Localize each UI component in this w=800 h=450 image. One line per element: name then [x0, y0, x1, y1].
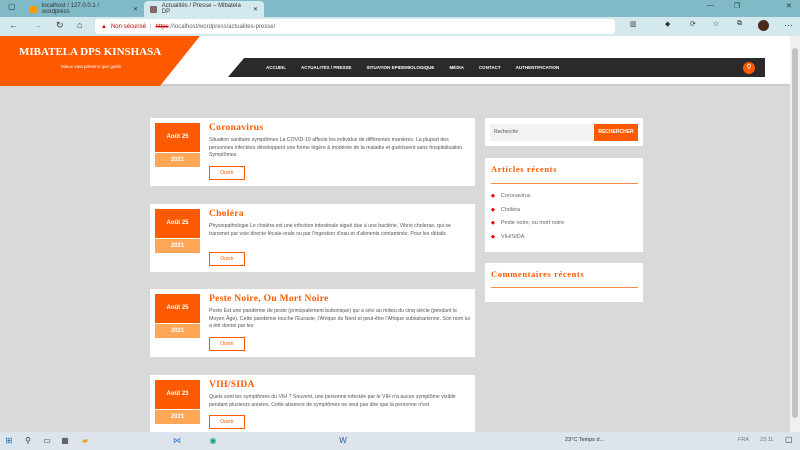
browser-tab-actualites[interactable]: Actualités / Presse – Mibatela DP ✕ [144, 1, 264, 17]
main-menu: ACCUEIL ACTUALITÉS / PRESSE SITUATION EP… [228, 58, 765, 77]
menu-item-situation[interactable]: SITUATION EPIDEMIOLOGIQUE [367, 65, 435, 70]
post-title[interactable]: Choléra [209, 209, 244, 219]
recent-article-link[interactable]: ◆ Choléra [491, 207, 564, 221]
recent-article-link[interactable]: ◆ Coronavirus [491, 193, 564, 207]
menu-item-accueil[interactable]: ACCUEIL [266, 65, 286, 70]
search-button[interactable]: RECHERCHER [594, 124, 638, 141]
word-icon[interactable]: W [338, 436, 348, 446]
close-tab-icon[interactable]: ✕ [253, 6, 258, 13]
weather-widget[interactable]: 23°C Temps d... [565, 437, 604, 443]
reader-view-icon[interactable]: ▥ [630, 20, 637, 28]
open-button[interactable]: Ouvrir [209, 166, 245, 180]
recent-article-link[interactable]: ◆ VIH/SIDA [491, 234, 564, 248]
notifications-icon[interactable]: ▢ [785, 435, 793, 444]
home-icon[interactable]: ⌂ [77, 20, 82, 30]
favorites-icon[interactable]: ☆ [713, 20, 719, 28]
open-button[interactable]: Ouvrir [209, 415, 245, 429]
search-icon[interactable]: ⚲ [743, 62, 755, 74]
phpmyadmin-icon [30, 5, 37, 13]
recent-article-link[interactable]: ◆ Peste noire, ou mort noire [491, 220, 564, 234]
forward-icon[interactable]: → [33, 20, 42, 30]
scrollbar-thumb[interactable] [792, 48, 798, 418]
site-logo[interactable]: MIBATELA DPS KINSHASA Mieux vaut préveni… [0, 36, 200, 86]
back-icon[interactable]: ← [9, 20, 18, 30]
edge-icon[interactable]: ◉ [208, 436, 218, 446]
post-excerpt: Physiopathologie Le choléra est une infe… [209, 223, 451, 237]
vscode-icon[interactable]: ⋈ [172, 436, 182, 446]
menu-item-authentification[interactable]: AUTHENTIFICATION [516, 65, 560, 70]
search-input[interactable]: Recherche [490, 124, 593, 141]
search-icon[interactable]: ⚲ [23, 436, 33, 446]
url-scheme: https [155, 23, 169, 30]
warning-icon: ▲ [101, 23, 107, 30]
site-tagline: Mieux vaut prévenir que guérir [61, 64, 122, 69]
security-status[interactable]: Non sécurisé [111, 24, 146, 30]
task-view-icon[interactable]: ▭ [42, 436, 52, 446]
post-card: Août 25 2021 Choléra Physiopathologie Le … [150, 204, 475, 272]
language-indicator[interactable]: FRA [738, 437, 749, 443]
post-date: Août 25 2021 [155, 294, 200, 339]
search-widget: Recherche RECHERCHER [485, 118, 643, 146]
widgets-icon[interactable]: ▦ [60, 436, 70, 446]
refresh-icon[interactable]: ↻ [56, 20, 64, 31]
recent-comments-widget: Commentaires récents [485, 263, 643, 302]
post-excerpt: Peste Est une pandémie de peste (princip… [209, 308, 470, 330]
more-icon[interactable]: ⋯ [784, 20, 793, 31]
site-header: MIBATELA DPS KINSHASA Mieux vaut préveni… [0, 36, 790, 86]
profile-avatar[interactable] [758, 20, 769, 31]
post-card: Août 25 2021 Peste Noire, Ou Mort Noire P… [150, 289, 475, 357]
clock[interactable]: 23:11 [760, 437, 773, 443]
widget-title: Commentaires récents [491, 269, 585, 279]
post-date: Août 25 2021 [155, 123, 200, 168]
windows-taskbar: ⊞ ⚲ ▭ ▦ ▰ ⋈ ◉ W 23°C Temps d... FRA 23:1… [0, 432, 800, 450]
post-card: Août 23 2021 VIH/SIDA Quels sont les symp… [150, 375, 475, 432]
close-tab-icon[interactable]: ✕ [133, 6, 138, 13]
divider [491, 287, 638, 288]
recent-articles-widget: Articles récents ◆ Coronavirus ◆ Choléra ◆… [485, 158, 643, 252]
post-date: Août 25 2021 [155, 209, 200, 254]
browser-tab-phpmyadmin[interactable]: localhost / 127.0.0.1 / wordpress ✕ [24, 1, 144, 17]
post-excerpt: Quels sont les symptômes du VIH ? Souven… [209, 394, 456, 408]
browser-tab-bar: ▢ localhost / 127.0.0.1 / wordpress ✕ Act… [0, 0, 800, 17]
web-page: MIBATELA DPS KINSHASA Mieux vaut préveni… [0, 36, 790, 432]
start-icon[interactable]: ⊞ [4, 436, 14, 446]
site-title[interactable]: MIBATELA DPS KINSHASA [19, 46, 161, 58]
menu-item-contact[interactable]: CONTACT [479, 65, 501, 70]
post-title[interactable]: Coronavirus [209, 123, 263, 133]
post-title[interactable]: VIH/SIDA [209, 380, 255, 390]
minimize-icon[interactable]: — [707, 2, 714, 9]
extension-icon[interactable]: ◆ [665, 20, 670, 28]
widget-title: Articles récents [491, 164, 557, 174]
post-card: Août 25 2021 Coronavirus Situation sanita… [150, 118, 475, 186]
open-button[interactable]: Ouvrir [209, 337, 245, 351]
site-favicon [150, 5, 157, 13]
page-scrollbar[interactable] [790, 36, 800, 432]
collections-icon[interactable]: ⧉ [737, 20, 742, 28]
maximize-icon[interactable]: ❐ [734, 2, 740, 10]
close-window-icon[interactable]: ✕ [786, 2, 792, 10]
menu-item-actualites[interactable]: ACTUALITÉS / PRESSE [301, 65, 352, 70]
open-button[interactable]: Ouvrir [209, 252, 245, 266]
url-path: ://localhost/wordpress/actualites-presse… [168, 23, 276, 30]
post-title[interactable]: Peste Noire, Ou Mort Noire [209, 294, 329, 304]
sync-icon[interactable]: ⟳ [690, 20, 696, 28]
menu-item-media[interactable]: MÉDIA [449, 65, 464, 70]
divider [491, 183, 638, 184]
post-date: Août 23 2021 [155, 380, 200, 425]
post-excerpt: Situation sanitaire symptômes La COVID-1… [209, 137, 464, 159]
url-input[interactable]: ▲ Non sécurisé | https://localhost/wordp… [95, 19, 615, 34]
file-explorer-icon[interactable]: ▰ [80, 436, 90, 446]
tab-actions-icon[interactable]: ▢ [8, 2, 16, 11]
address-bar-row: ← → ↻ ⌂ ▲ Non sécurisé | https://localho… [0, 17, 800, 36]
